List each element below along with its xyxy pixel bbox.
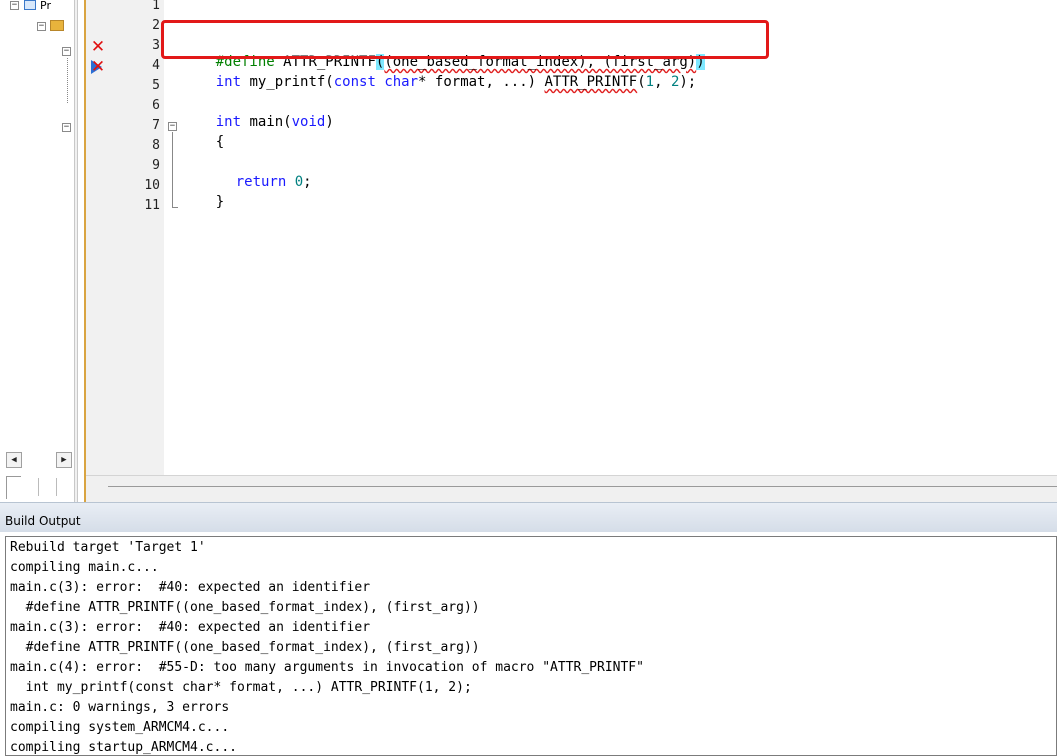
folder-icon (50, 20, 64, 31)
output-line: int my_printf(const char* format, ...) A… (10, 680, 472, 695)
output-line[interactable]: main.c(3): error: #40: expected an ident… (10, 578, 370, 598)
error-x-icon: ✕ (90, 57, 106, 77)
output-line: Rebuild target 'Target 1' (10, 540, 206, 555)
error-marker-with-bookmark-icon[interactable]: ✕ (90, 57, 106, 77)
output-line: #define ATTR_PRINTF((one_based_format_in… (10, 600, 480, 615)
keyword: void (291, 114, 326, 130)
output-line: main.c: 0 warnings, 3 errors (10, 700, 230, 715)
scroll-track[interactable] (108, 486, 1057, 487)
build-output-title: Build Output (5, 514, 81, 528)
line-number: 11 (144, 198, 160, 213)
fold-toggle-icon[interactable]: − (168, 122, 177, 131)
code-text: } (215, 194, 225, 210)
line-number: 9 (152, 158, 160, 173)
code-text: ( (637, 74, 646, 90)
project-icon (24, 0, 36, 10)
line-number: 5 (152, 78, 160, 93)
output-line: #define ATTR_PRINTF((one_based_format_in… (10, 640, 480, 655)
code-text: , (654, 74, 671, 90)
tree-tab-1[interactable] (6, 476, 21, 499)
keyword: int (215, 74, 242, 90)
tree-tabs[interactable] (0, 472, 75, 502)
scroll-right-arrow-icon[interactable]: ▶ (56, 452, 72, 468)
fold-end (172, 207, 178, 208)
editor-horizontal-scrollbar[interactable] (86, 475, 1057, 502)
group-expand-toggle-2[interactable]: − (62, 123, 71, 132)
output-line: compiling startup_ARMCM4.c... (10, 740, 237, 755)
pane-splitter[interactable] (74, 0, 78, 502)
number: 1 (645, 74, 655, 90)
output-line: compiling system_ARMCM4.c... (10, 720, 230, 735)
project-tree-pane: − Pr − − − ◀ ▶ (0, 0, 75, 502)
code-text: * format, ...) (418, 74, 545, 90)
build-output-header: Build Output (0, 502, 1057, 532)
output-line[interactable]: main.c(4): error: #55-D: too many argume… (10, 658, 644, 678)
line-number: 1 (152, 0, 160, 13)
highlight-annotation-box (161, 20, 769, 59)
number: 0 (294, 174, 304, 190)
line-number: 6 (152, 98, 160, 113)
code-line-10[interactable]: } (182, 178, 224, 226)
output-line[interactable]: main.c(3): error: #40: expected an ident… (10, 618, 370, 638)
line-number: 10 (144, 178, 160, 193)
tree-expand-toggle[interactable]: − (10, 1, 19, 10)
code-text: my_printf( (241, 74, 334, 90)
keyword: char (384, 74, 419, 90)
fold-gutter: − (164, 0, 182, 475)
output-line: compiling main.c... (10, 560, 159, 575)
code-text: ); (679, 74, 697, 90)
code-text: ; (303, 174, 312, 190)
code-text: main( (241, 114, 292, 130)
code-text: ) (325, 114, 334, 130)
tree-tab-3[interactable] (56, 478, 57, 496)
group-expand-toggle[interactable]: − (62, 47, 71, 56)
project-root-label[interactable]: Pr (40, 0, 51, 12)
line-number: 7 (152, 118, 160, 133)
scroll-left-arrow-icon[interactable]: ◀ (6, 452, 22, 468)
fold-line (172, 132, 173, 208)
tree-connector (67, 58, 68, 103)
target-expand-toggle[interactable]: − (37, 22, 46, 31)
line-number: 2 (152, 18, 160, 33)
line-number: 8 (152, 138, 160, 153)
tree-tab-2[interactable] (38, 478, 39, 496)
code-editor[interactable]: #define ATTR_PRINTF((one_based_format_in… (182, 0, 1057, 475)
code-text: { (215, 134, 225, 150)
build-output-panel[interactable]: Rebuild target 'Target 1' compiling main… (5, 536, 1057, 756)
tree-horizontal-scrollbar[interactable]: ◀ ▶ (6, 452, 72, 468)
macro-invocation: ATTR_PRINTF (544, 74, 638, 90)
error-marker-icon[interactable]: ✕ (90, 39, 106, 56)
keyword: const (333, 74, 376, 90)
keyword: return (235, 174, 287, 190)
